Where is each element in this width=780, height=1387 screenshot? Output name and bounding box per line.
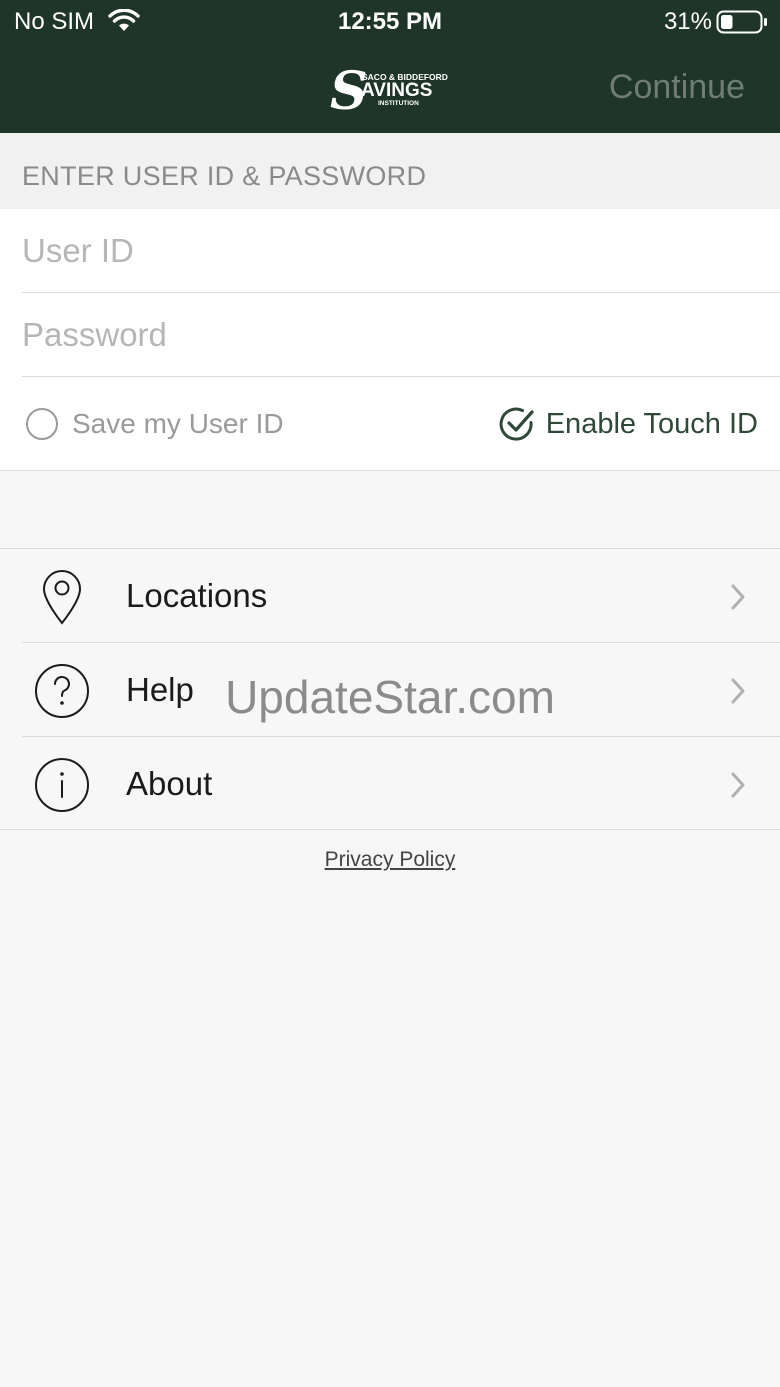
- svg-text:INSTITUTION: INSTITUTION: [378, 100, 419, 107]
- battery-icon: [716, 10, 767, 34]
- location-pin-icon: [42, 570, 82, 625]
- menu-item-locations[interactable]: Locations: [0, 549, 780, 643]
- radio-unchecked-icon[interactable]: [26, 408, 58, 440]
- chevron-right-icon: [731, 678, 745, 704]
- privacy-policy-link[interactable]: Privacy Policy: [0, 848, 780, 872]
- save-user-id-toggle[interactable]: Save my User ID: [26, 401, 284, 447]
- continue-button[interactable]: Continue: [609, 68, 745, 107]
- password-row: [22, 293, 780, 377]
- password-input[interactable]: [22, 293, 780, 376]
- menu-item-label: Locations: [126, 577, 268, 614]
- savings-institution-logo: S SACO & BIDDEFORD AVINGS INSTITUTION: [330, 61, 448, 116]
- user-id-input[interactable]: [22, 209, 780, 292]
- login-form: Save my User ID Enable Touch ID: [0, 209, 780, 471]
- enable-touch-id-toggle[interactable]: Enable Touch ID: [498, 401, 758, 447]
- login-section-title: ENTER USER ID & PASSWORD: [0, 133, 780, 209]
- battery-percent: 31%: [663, 8, 712, 35]
- navigation-bar: No SIM 12:55 PM 31% S SACO & BIDDEFORD A…: [0, 0, 780, 133]
- chevron-right-icon: [731, 772, 745, 798]
- status-bar: No SIM 12:55 PM 31%: [0, 0, 780, 44]
- menu-list: Locations Help About: [0, 548, 780, 830]
- menu-item-help[interactable]: Help: [0, 643, 780, 737]
- enable-touch-id-label: Enable Touch ID: [545, 407, 758, 440]
- user-id-row: [22, 209, 780, 293]
- info-circle-icon: [35, 758, 89, 812]
- save-user-id-label: Save my User ID: [72, 408, 284, 439]
- check-circle-icon[interactable]: [498, 405, 536, 443]
- menu-item-about[interactable]: About: [0, 737, 780, 831]
- question-circle-icon: [35, 664, 89, 718]
- svg-text:AVINGS: AVINGS: [361, 80, 432, 101]
- menu-item-label: Help: [126, 671, 194, 708]
- options-row: Save my User ID Enable Touch ID: [0, 379, 780, 471]
- chevron-right-icon: [731, 584, 745, 610]
- menu-item-label: About: [126, 765, 213, 802]
